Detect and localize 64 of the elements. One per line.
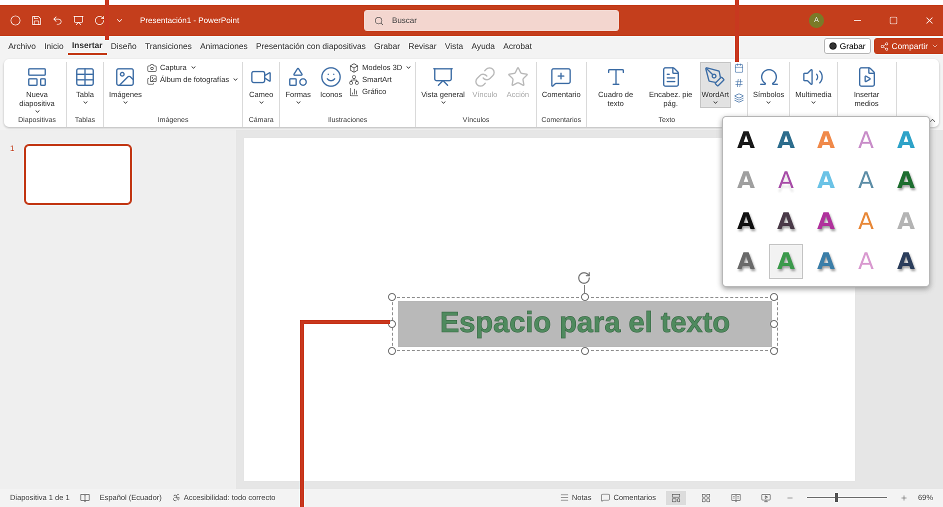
rotate-handle[interactable] [577,270,591,293]
record-button[interactable]: Grabar [824,38,871,54]
ribbon-tab[interactable]: Vista [440,38,468,54]
share-button[interactable]: Compartir [874,38,943,54]
book-icon [730,492,741,503]
ribbon-tab[interactable]: Presentación con diapositivas [252,38,370,54]
wordart-text: Espacio para el texto [398,300,772,347]
ribbon-tab[interactable]: Insertar [68,37,107,56]
date-time-icon[interactable] [734,62,744,73]
restore-icon[interactable] [889,16,898,26]
slide-thumbnail[interactable] [24,144,132,205]
close-icon[interactable] [924,15,935,26]
resize-handle[interactable] [581,292,589,301]
ribbon-tab[interactable]: Acrobat [499,38,536,54]
ribbon-tab[interactable]: Archivo [4,38,40,54]
grid-icon [700,492,711,503]
notes-icon [560,493,569,502]
resize-handle[interactable] [770,292,778,301]
wordart-style[interactable]: A [729,244,763,280]
comment-icon [601,493,610,502]
wordart-style[interactable]: A [769,204,803,240]
photo-album-icon [146,74,157,85]
camera-icon [146,62,157,73]
undo-icon[interactable] [52,15,63,26]
view-button[interactable] [666,490,686,505]
ribbon-tab[interactable]: Revisar [404,38,441,54]
slide-number: 1 [10,144,14,153]
zoom-thumb[interactable] [834,493,838,502]
ribbon-tab[interactable]: Transiciones [140,38,196,54]
ribbon-tab[interactable]: Diseño [106,38,141,54]
normal-view-icon [670,492,681,503]
wordart-style[interactable]: A [849,164,883,199]
wordart-style[interactable]: A [729,124,763,159]
resize-handle[interactable] [770,320,778,328]
accessibility-icon [172,493,181,502]
search-field[interactable]: Buscar [364,10,619,32]
presentation-icon[interactable] [73,15,84,26]
wordart-style[interactable]: A [809,244,843,280]
search-icon [374,16,384,26]
wordart-style[interactable]: A [809,204,843,240]
slide-number-icon[interactable] [734,78,744,88]
resize-handle[interactable] [388,346,396,355]
save-icon[interactable] [31,15,42,26]
diagram-icon [349,74,360,85]
redo-icon[interactable] [94,15,105,26]
projector-icon [760,492,771,503]
ribbon-tab[interactable]: Inicio [40,38,68,54]
ribbon-tab[interactable]: Animaciones [196,38,252,54]
record-dot-icon [828,42,837,50]
cube-icon [349,62,360,73]
resize-handle[interactable] [388,292,396,301]
share-icon [880,42,889,51]
book-icon[interactable] [80,492,90,503]
wordart-style[interactable]: A [769,164,803,199]
object-icon[interactable] [734,92,744,103]
window-title: Presentación1 - PowerPoint [140,16,240,26]
wordart-style[interactable]: A [889,164,923,199]
wordart-style[interactable]: A [889,244,923,280]
ribbon-tab[interactable]: Grabar [370,38,404,54]
resize-handle[interactable] [770,346,778,355]
wordart-style[interactable]: A [769,124,803,159]
ribbon-tab[interactable]: Ayuda [467,38,500,54]
chart-icon [349,86,360,97]
wordart-style[interactable]: A [729,204,763,240]
